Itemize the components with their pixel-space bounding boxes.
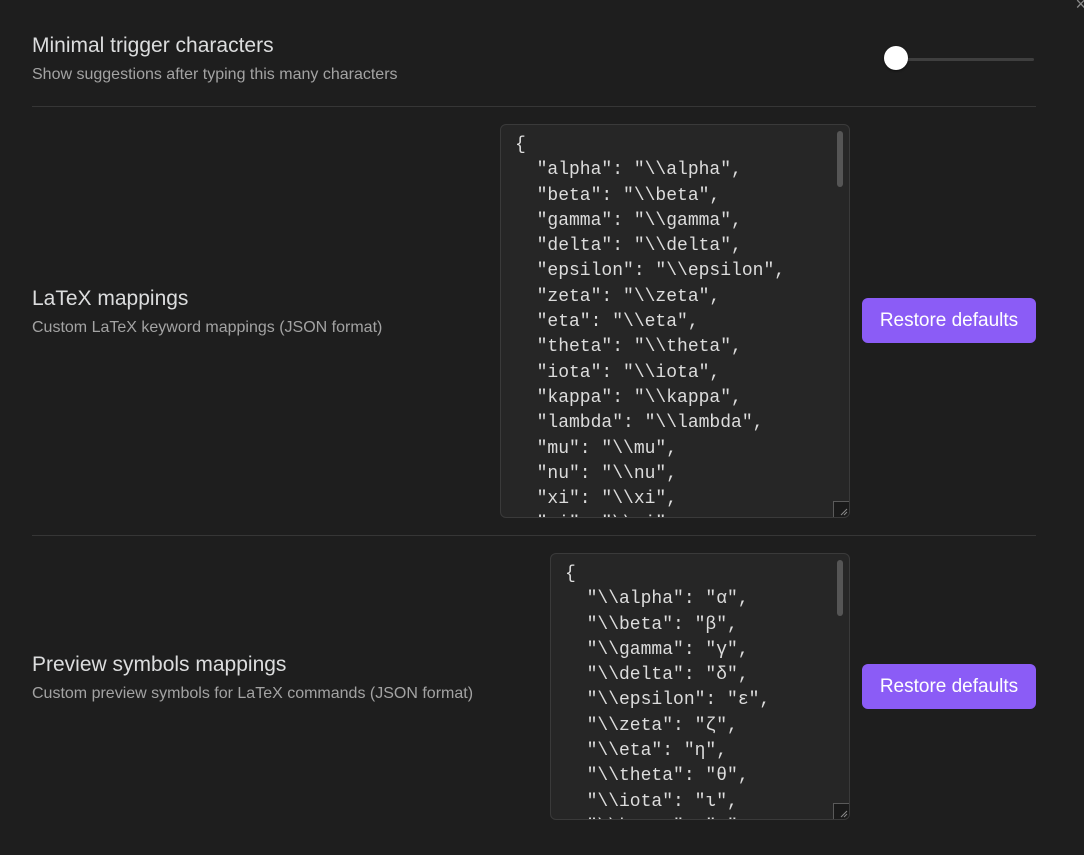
preview-symbols-textarea[interactable]: { "\\alpha": "α", "\\beta": "β", "\\gamm… (550, 553, 850, 820)
slider-thumb[interactable] (884, 46, 908, 70)
latex-mappings-text[interactable]: { "alpha": "\\alpha", "beta": "\\beta", … (501, 125, 849, 517)
restore-defaults-button[interactable]: Restore defaults (862, 664, 1036, 709)
latex-mappings-textarea[interactable]: { "alpha": "\\alpha", "beta": "\\beta", … (500, 124, 850, 518)
scrollbar-thumb[interactable] (837, 560, 843, 616)
divider (32, 535, 1036, 536)
restore-defaults-button[interactable]: Restore defaults (862, 298, 1036, 343)
scrollbar-thumb[interactable] (837, 131, 843, 187)
close-icon[interactable]: × (1075, 0, 1084, 15)
settings-pane: × Minimal trigger characters Show sugges… (0, 0, 1084, 855)
resize-handle-icon[interactable] (833, 501, 849, 517)
preview-symbols-text[interactable]: { "\\alpha": "α", "\\beta": "β", "\\gamm… (551, 554, 849, 819)
divider (32, 106, 1036, 107)
resize-handle-icon[interactable] (833, 803, 849, 819)
min-trigger-slider[interactable] (884, 46, 1034, 72)
